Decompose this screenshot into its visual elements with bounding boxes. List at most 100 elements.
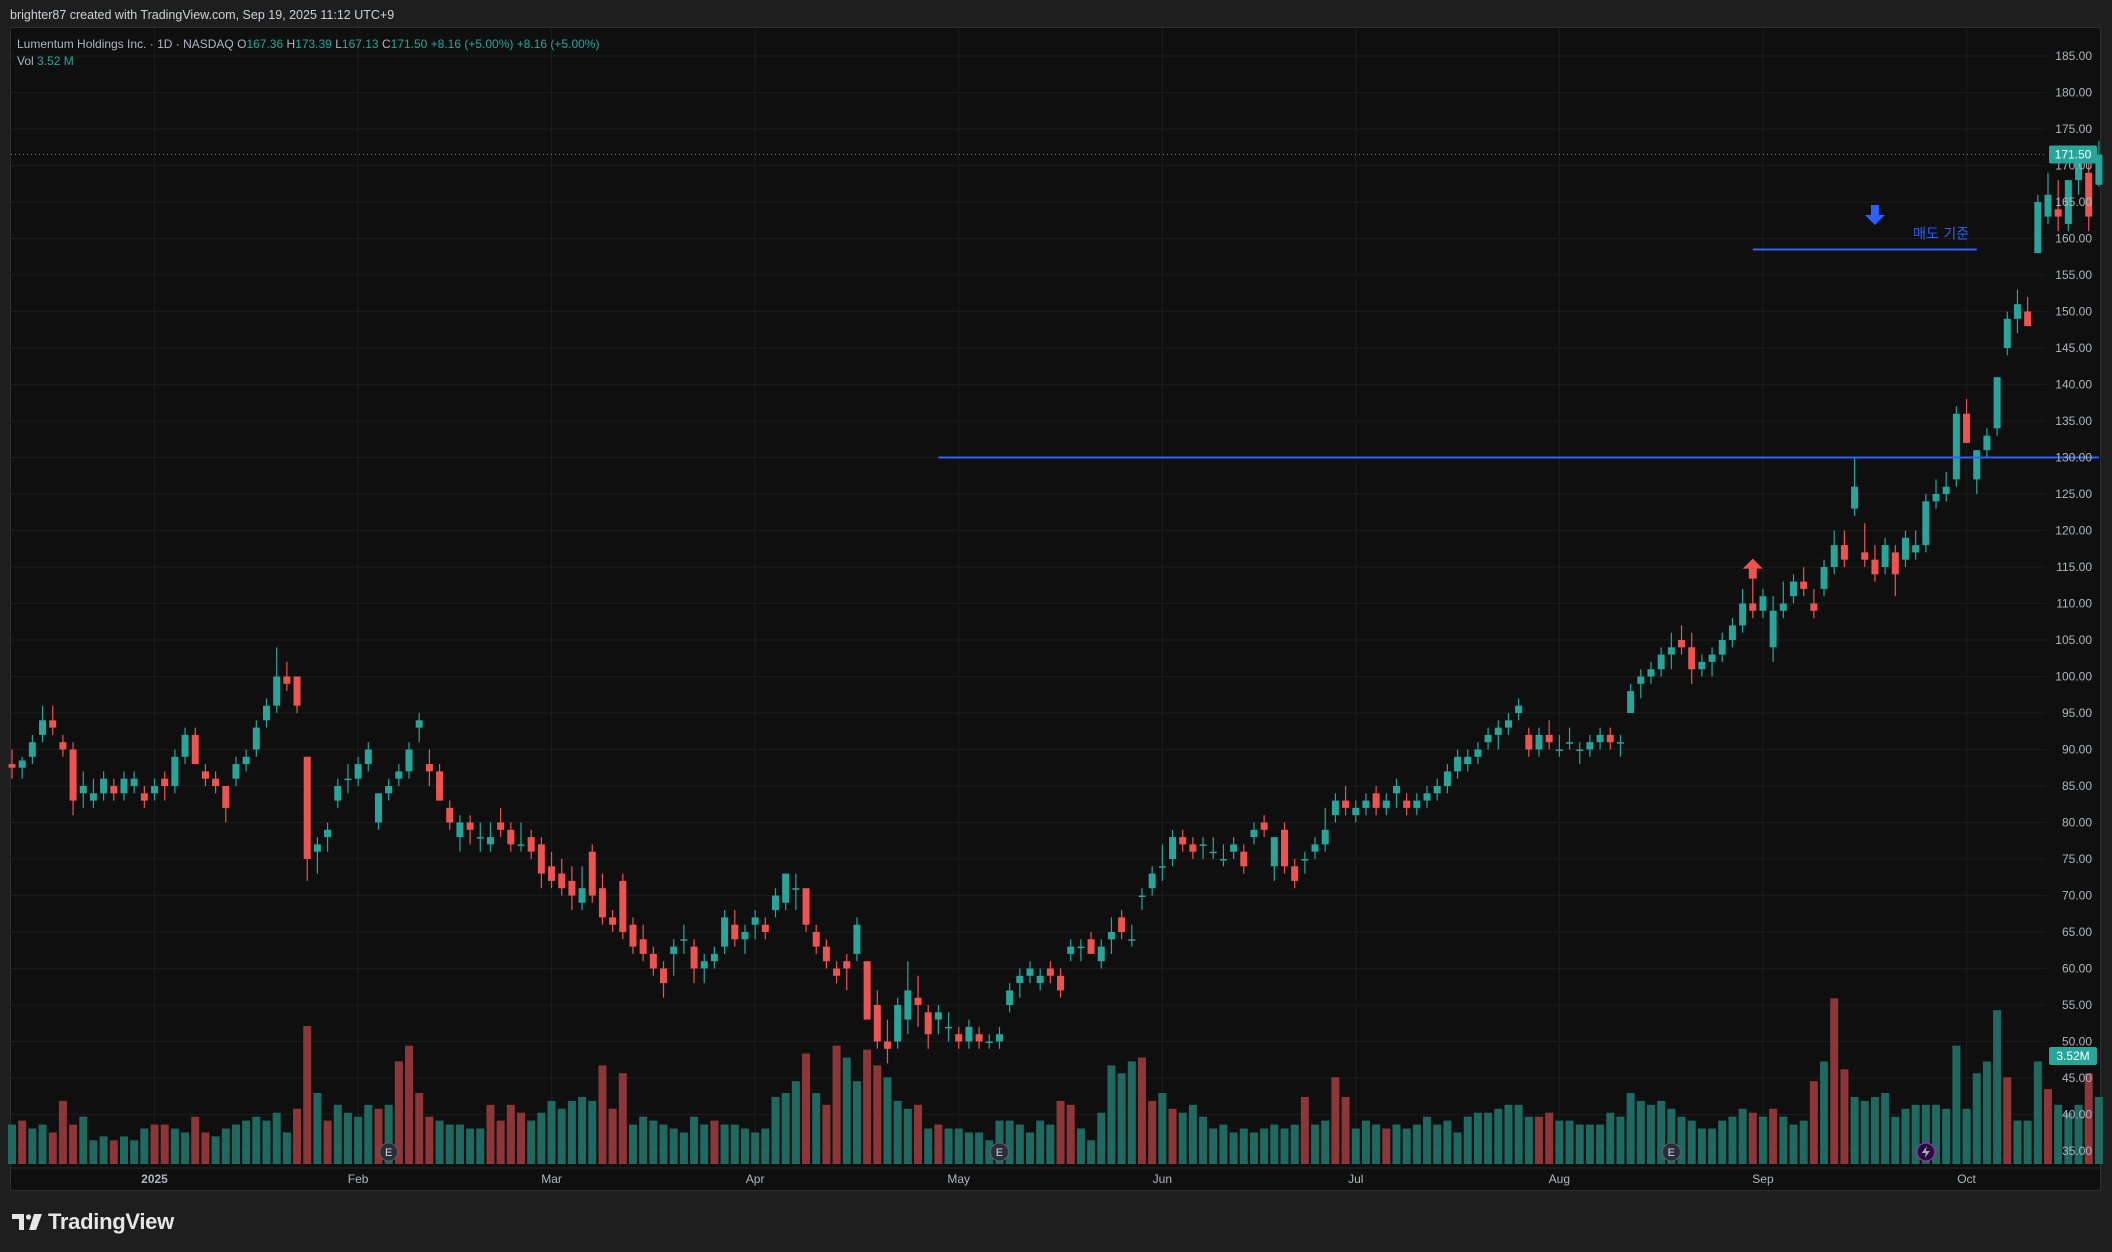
- volume-bar: [1870, 1096, 1879, 1164]
- volume-bar: [1769, 1108, 1778, 1164]
- volume-bar: [1646, 1104, 1655, 1164]
- candle-body: [924, 1012, 932, 1035]
- candle-body: [1840, 545, 1848, 560]
- volume-bar: [38, 1124, 47, 1164]
- candle-body: [374, 793, 382, 823]
- candle-body: [1291, 866, 1299, 881]
- candle-body: [517, 844, 525, 846]
- candle-body: [1433, 786, 1441, 794]
- candle-body: [548, 866, 556, 881]
- volume-bar: [1199, 1116, 1208, 1164]
- volume-bar: [1463, 1116, 1472, 1164]
- volume-bar: [1585, 1124, 1594, 1164]
- x-tick-label: Feb: [348, 1172, 369, 1186]
- candle-body: [191, 734, 199, 765]
- volume-bar: [181, 1132, 190, 1164]
- candle-body: [680, 939, 688, 941]
- volume-bar: [1249, 1132, 1258, 1164]
- candle-body: [649, 953, 657, 969]
- price-chart[interactable]: 매도 기준E E E 185.00180.00175.00170.00165.001…: [0, 0, 2112, 1252]
- volume-bar: [1402, 1128, 1411, 1164]
- volume-bar: [58, 1100, 67, 1164]
- volume-bar: [1280, 1128, 1289, 1164]
- candle-body: [700, 961, 708, 969]
- candle-body: [1718, 640, 1726, 655]
- candle-body: [995, 1034, 1003, 1042]
- volume-bar: [160, 1124, 169, 1164]
- y-tick-label: 70.00: [2062, 889, 2092, 903]
- candle-body: [1230, 844, 1238, 852]
- volume-bar: [852, 1081, 861, 1164]
- candle-body: [1443, 771, 1451, 786]
- volume-bar: [2033, 1061, 2042, 1164]
- volume-bar: [1097, 1112, 1106, 1164]
- candle-body: [955, 1034, 963, 1042]
- legend-high: 173.39: [295, 37, 332, 51]
- candle-body: [1270, 837, 1278, 867]
- candle-body: [1993, 377, 2001, 429]
- volume-bar: [578, 1096, 587, 1164]
- x-tick-label: Apr: [746, 1172, 765, 1186]
- volume-bar: [1168, 1108, 1177, 1164]
- volume-bar: [1606, 1112, 1615, 1164]
- candle-body: [1392, 786, 1400, 794]
- volume-bar: [1423, 1116, 1432, 1164]
- volume-bar: [740, 1128, 749, 1164]
- candle-body: [843, 961, 851, 969]
- volume-bar: [2023, 1120, 2032, 1164]
- x-tick-label: Aug: [1549, 1172, 1570, 1186]
- candle-body: [1209, 851, 1217, 854]
- candle-body: [18, 760, 26, 768]
- volume-bar: [1840, 1069, 1849, 1164]
- volume-bar: [1036, 1120, 1045, 1164]
- volume-bar: [1026, 1132, 1034, 1164]
- candle-body: [344, 778, 352, 781]
- annotation-text[interactable]: 매도 기준: [1913, 227, 1969, 243]
- volume-bar: [1982, 1061, 1991, 1164]
- y-tick-label: 125.00: [2055, 487, 2092, 501]
- volume-bar: [1137, 1057, 1146, 1164]
- y-tick-label: 35.00: [2062, 1144, 2092, 1158]
- volume-bar: [496, 1120, 505, 1164]
- volume-bar: [1433, 1124, 1442, 1164]
- volume-bar: [1504, 1104, 1513, 1164]
- candle-body: [558, 873, 566, 889]
- volume-bar: [761, 1128, 770, 1164]
- y-tick-label: 100.00: [2055, 670, 2092, 684]
- volume-bar: [567, 1100, 576, 1164]
- candle-body: [1219, 859, 1227, 861]
- candle-body: [161, 778, 169, 786]
- volume-bar: [1545, 1112, 1554, 1164]
- volume-bar: [130, 1140, 139, 1164]
- candle-body: [1158, 866, 1166, 868]
- y-tick-label: 65.00: [2062, 925, 2092, 939]
- candle-body: [212, 778, 220, 786]
- volume-bar: [679, 1132, 688, 1164]
- candle-body: [1983, 435, 1991, 451]
- volume-bar: [690, 1116, 699, 1164]
- candle-body: [334, 786, 342, 801]
- candle-body: [79, 786, 87, 794]
- candle-body: [1454, 756, 1462, 772]
- candle-body: [120, 778, 128, 794]
- legend-symbol[interactable]: Lumentum Holdings Inc. · 1D · NASDAQ: [17, 37, 234, 51]
- volume-bar: [802, 1053, 811, 1164]
- candle-body: [456, 822, 464, 838]
- volume-bar: [18, 1120, 27, 1164]
- brand-logo[interactable]: TradingView: [12, 1209, 174, 1235]
- candle-body: [1616, 742, 1624, 744]
- candle-body: [1973, 450, 1981, 480]
- volume-bar: [69, 1124, 78, 1164]
- candle-body: [1331, 800, 1339, 816]
- candle-body: [782, 873, 790, 903]
- chart-legend: Lumentum Holdings Inc. · 1D · NASDAQ O16…: [17, 36, 599, 70]
- candle-body: [1026, 968, 1034, 976]
- volume-bar: [2044, 1089, 2052, 1164]
- volume-bar: [119, 1136, 128, 1164]
- volume-bar: [1260, 1128, 1269, 1164]
- candle-body: [1301, 859, 1309, 861]
- volume-bar: [1708, 1128, 1717, 1164]
- candle-body: [1667, 647, 1675, 655]
- brand-name: TradingView: [48, 1209, 174, 1234]
- candle-body: [1922, 501, 1930, 546]
